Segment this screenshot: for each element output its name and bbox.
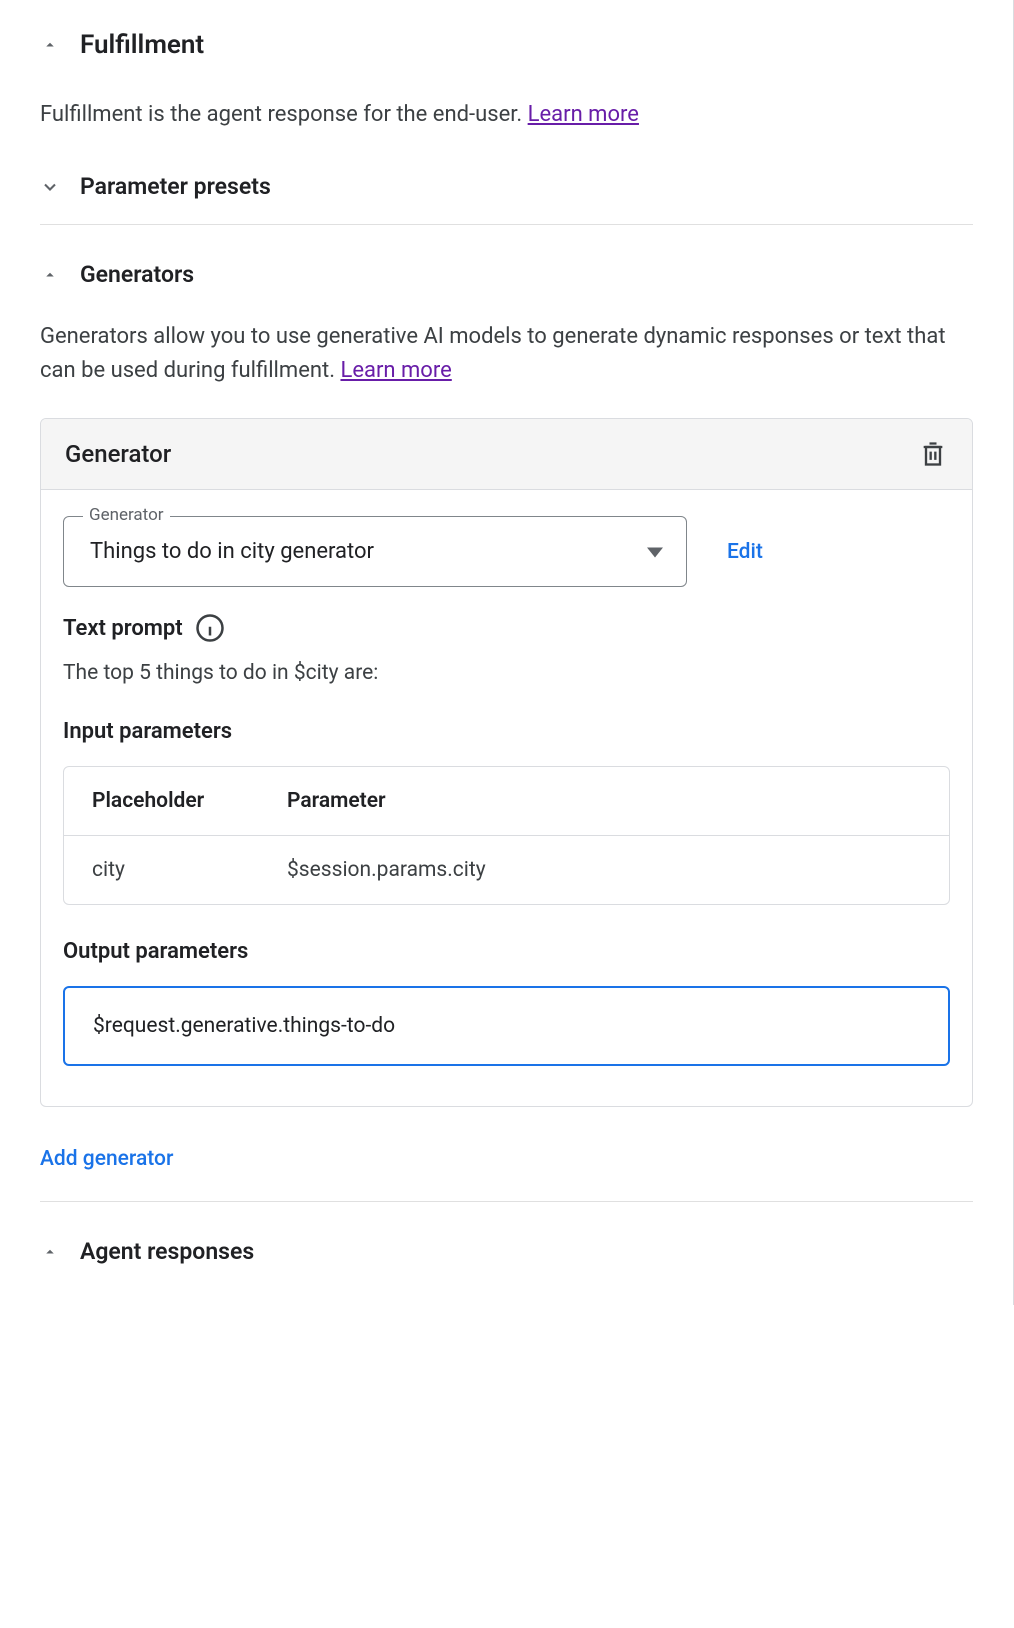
fulfillment-title: Fulfillment xyxy=(80,30,204,60)
dropdown-icon xyxy=(647,542,663,561)
text-prompt-group: Text prompt The top 5 things to do in $c… xyxy=(63,613,950,685)
fulfillment-header[interactable]: Fulfillment xyxy=(40,30,973,60)
parameter-presets-section: Parameter presets xyxy=(40,173,973,225)
chevron-up-icon xyxy=(40,265,60,285)
parameter-presets-title: Parameter presets xyxy=(80,173,271,200)
generator-select-value: Things to do in city generator xyxy=(90,539,374,564)
add-generator-button[interactable]: Add generator xyxy=(40,1147,173,1171)
agent-responses-header[interactable]: Agent responses xyxy=(40,1238,973,1265)
chevron-down-icon xyxy=(40,177,60,197)
generator-select-wrapper: Generator Things to do in city generator xyxy=(63,516,687,587)
generators-learn-more-link[interactable]: Learn more xyxy=(340,358,451,383)
table-cell-placeholder: city xyxy=(92,858,287,882)
generator-select-row: Generator Things to do in city generator… xyxy=(63,516,950,587)
edit-button[interactable]: Edit xyxy=(727,540,763,564)
output-parameters-label: Output parameters xyxy=(63,939,950,964)
generator-select[interactable]: Things to do in city generator xyxy=(63,516,687,587)
table-cell-parameter: $session.params.city xyxy=(287,858,921,882)
chevron-up-icon xyxy=(40,1242,60,1262)
generators-description-text: Generators allow you to use generative A… xyxy=(40,324,946,383)
table-header-parameter: Parameter xyxy=(287,789,921,813)
text-prompt-label-row: Text prompt xyxy=(63,613,950,643)
add-generator-section: Add generator xyxy=(40,1147,973,1202)
generator-card: Generator Generator Things to do i xyxy=(40,418,973,1107)
fulfillment-learn-more-link[interactable]: Learn more xyxy=(528,102,639,127)
output-parameter-input[interactable]: $request.generative.things-to-do xyxy=(63,986,950,1066)
info-icon[interactable] xyxy=(195,613,225,643)
generator-select-label: Generator xyxy=(83,505,170,525)
delete-icon[interactable] xyxy=(918,439,948,469)
generators-section: Generators Generators allow you to use g… xyxy=(40,261,973,1202)
input-parameters-label: Input parameters xyxy=(63,719,950,744)
text-prompt-label: Text prompt xyxy=(63,616,183,641)
table-header-row: Placeholder Parameter xyxy=(64,767,949,836)
generators-description: Generators allow you to use generative A… xyxy=(40,320,973,388)
fulfillment-description-text: Fulfillment is the agent response for th… xyxy=(40,102,528,127)
generator-card-body: Generator Things to do in city generator… xyxy=(41,490,972,1106)
parameter-presets-header[interactable]: Parameter presets xyxy=(40,173,973,200)
generator-card-header: Generator xyxy=(41,419,972,490)
fulfillment-description: Fulfillment is the agent response for th… xyxy=(40,98,973,131)
generator-card-title: Generator xyxy=(65,440,171,468)
table-header-placeholder: Placeholder xyxy=(92,789,287,813)
table-row: city $session.params.city xyxy=(64,836,949,904)
generators-header[interactable]: Generators xyxy=(40,261,973,288)
text-prompt-value: The top 5 things to do in $city are: xyxy=(63,661,950,685)
input-parameters-table: Placeholder Parameter city $session.para… xyxy=(63,766,950,905)
chevron-up-icon xyxy=(40,35,60,55)
generators-title: Generators xyxy=(80,261,194,288)
agent-responses-title: Agent responses xyxy=(80,1238,254,1265)
fulfillment-section: Fulfillment Fulfillment is the agent res… xyxy=(0,0,1013,1265)
agent-responses-section: Agent responses xyxy=(40,1238,973,1265)
